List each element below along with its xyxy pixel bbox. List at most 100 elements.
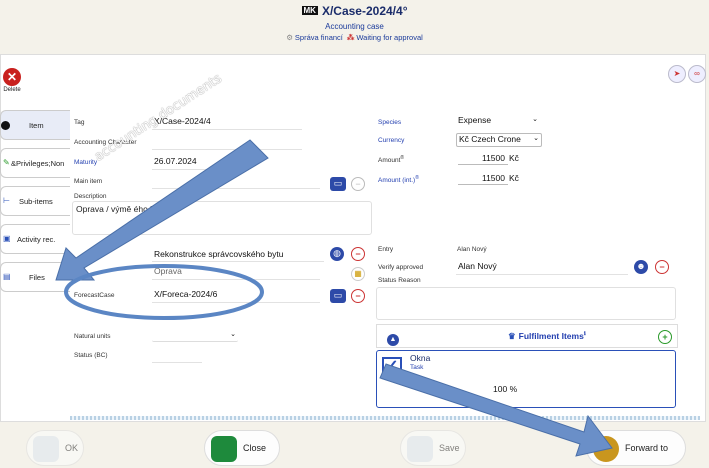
status-flag-icon: ⁂: [346, 33, 355, 42]
collapse-icon[interactable]: ▲: [387, 334, 399, 346]
close-button[interactable]: Close: [204, 430, 280, 466]
maturity-label: Maturity: [74, 159, 98, 166]
delete-button[interactable]: ✕ Delete: [0, 66, 24, 96]
area-list-icon[interactable]: ▦: [351, 267, 365, 281]
amount-field[interactable]: 11500: [458, 153, 508, 165]
fulfilment-percent-unit: %: [509, 384, 518, 394]
add-fulfilment-icon[interactable]: +: [658, 330, 672, 344]
case-id: X/Case-2024/4: [321, 4, 403, 18]
amount-label: Amount®: [378, 155, 404, 164]
amount-int-field[interactable]: 11500: [458, 173, 508, 185]
fulfilment-item-title: Okna: [410, 353, 431, 363]
ok-button[interactable]: OK: [26, 430, 84, 466]
info-icon: ℹ: [583, 331, 586, 338]
bottom-divider: [70, 416, 700, 420]
top-right-actions: ➤ ∞: [668, 65, 706, 83]
delete-label: Delete: [3, 87, 21, 93]
main-item-label: Main item: [74, 178, 103, 185]
amount-int-unit: Kč: [509, 173, 519, 183]
tab-item-label: Item: [29, 121, 44, 130]
tab-privileges[interactable]: ✎ &Privileges;Non: [0, 148, 70, 178]
tag-label: Tag: [74, 119, 85, 126]
gear-icon: ⚙: [286, 33, 293, 42]
case-status: ⚙ Správa financí ⁂ Waiting for approval: [0, 33, 709, 42]
chevron-down-icon: ⌄: [533, 135, 539, 142]
status-right: Waiting for approval: [356, 33, 423, 42]
amount-unit: Kč: [509, 153, 519, 163]
link-icon[interactable]: ∞: [688, 65, 706, 83]
forward-to-label: Forward to: [625, 443, 669, 453]
tab-sub-items[interactable]: ⊢ Sub-items: [0, 186, 70, 216]
bullet-icon: [1, 121, 10, 130]
fulfilment-item-type: Task: [410, 364, 424, 371]
ok-label: OK: [65, 443, 79, 453]
species-label: Species: [378, 119, 402, 126]
amount-int-label-text: Amount (int.): [378, 177, 416, 185]
forecast-case-remove-icon[interactable]: −: [351, 289, 365, 303]
activity-icon: ▣: [3, 234, 11, 243]
tab-activity[interactable]: ▣ Activity rec.: [0, 224, 70, 254]
forecast-case-field[interactable]: X/Foreca-2024/6: [154, 289, 217, 299]
save-button[interactable]: Save: [400, 430, 466, 466]
area-label: Area: [74, 270, 88, 277]
case-title: MK X/Case-2024/4°: [0, 4, 709, 18]
maturity-field[interactable]: 26.07.2024: [154, 156, 197, 166]
fulfilment-title-text: Fulfilment Items: [518, 331, 584, 341]
species-value: Expense: [458, 115, 492, 125]
status-bc-label: Status (BC): [74, 352, 108, 359]
description-field[interactable]: Oprava / výmě ého kování: [72, 201, 372, 235]
natural-units-select[interactable]: ⌄: [152, 330, 238, 342]
user-icon[interactable]: ☻: [634, 260, 648, 274]
natural-units-label: Natural units: [74, 333, 111, 340]
forecast-case-underline: [152, 302, 320, 303]
delete-icon: ✕: [3, 68, 21, 86]
fulfilment-item-percent: 100 %: [493, 384, 517, 394]
forecast-case-picker-icon[interactable]: ▭: [330, 289, 346, 303]
chevron-down-icon: ⌄: [230, 331, 236, 338]
trophy-icon: ♛: [508, 331, 516, 341]
amount-int-label: Amount (int.)®: [378, 175, 419, 184]
edit-icon: ✎: [3, 158, 10, 167]
project-remove-icon[interactable]: −: [351, 247, 365, 261]
tab-files-label: Files: [29, 273, 45, 282]
currency-value: Kč Czech Crone: [459, 134, 521, 144]
tab-privileges-label: &Privileges;Non: [11, 159, 65, 168]
globe-icon[interactable]: ◍: [330, 247, 344, 261]
project-underline: [152, 261, 324, 262]
tab-files[interactable]: ▤ Files: [0, 262, 70, 292]
area-underline: [152, 279, 320, 280]
area-field[interactable]: Oprava: [154, 266, 182, 276]
verify-remove-icon[interactable]: −: [655, 260, 669, 274]
main-item-picker-icon[interactable]: ▭: [330, 177, 346, 191]
species-select[interactable]: Expense ⌄: [456, 115, 540, 128]
tab-item[interactable]: Item: [0, 110, 70, 140]
fulfilment-title: ♛ Fulfilment Itemsℹ: [508, 331, 586, 342]
tab-sub-items-label: Sub-items: [19, 197, 53, 206]
forward-to-button[interactable]: Forward to: [586, 430, 686, 466]
database-check-icon: [33, 436, 59, 462]
main-item-remove-icon[interactable]: −: [351, 177, 365, 191]
status-reason-field[interactable]: [376, 287, 676, 320]
checkbox-checked-icon: ✓: [382, 357, 402, 377]
amount-label-text: Amount: [378, 157, 401, 165]
currency-select[interactable]: Kč Czech Crone ⌄: [456, 133, 542, 147]
forecast-case-label: ForecastCase: [74, 292, 115, 299]
amount-int-sup: ®: [415, 175, 419, 181]
case-header: MK X/Case-2024/4° Accounting case ⚙ Správa…: [0, 0, 709, 52]
exit-arrow-icon: [211, 436, 237, 462]
send-icon[interactable]: ➤: [668, 65, 686, 83]
case-id-suffix: °: [402, 4, 408, 18]
status-reason-label: Status Reason: [378, 277, 421, 284]
main-item-underline: [152, 188, 320, 189]
database-save-icon: [407, 436, 433, 462]
amount-sup: ®: [400, 155, 405, 161]
tree-icon: ⊢: [3, 196, 10, 205]
files-icon: ▤: [3, 272, 11, 281]
verify-approved-field[interactable]: Alan Nový: [458, 261, 497, 271]
fulfilment-item-card[interactable]: ✓ Okna Task 100 %: [376, 350, 676, 408]
tag-underline: [152, 129, 302, 130]
project-field[interactable]: Rekonstrukce správcovského bytu: [154, 249, 283, 259]
entry-value: Alan Nový: [457, 246, 487, 253]
fulfilment-percent-value: 100: [493, 384, 508, 394]
case-type-icon: MK: [301, 6, 318, 15]
